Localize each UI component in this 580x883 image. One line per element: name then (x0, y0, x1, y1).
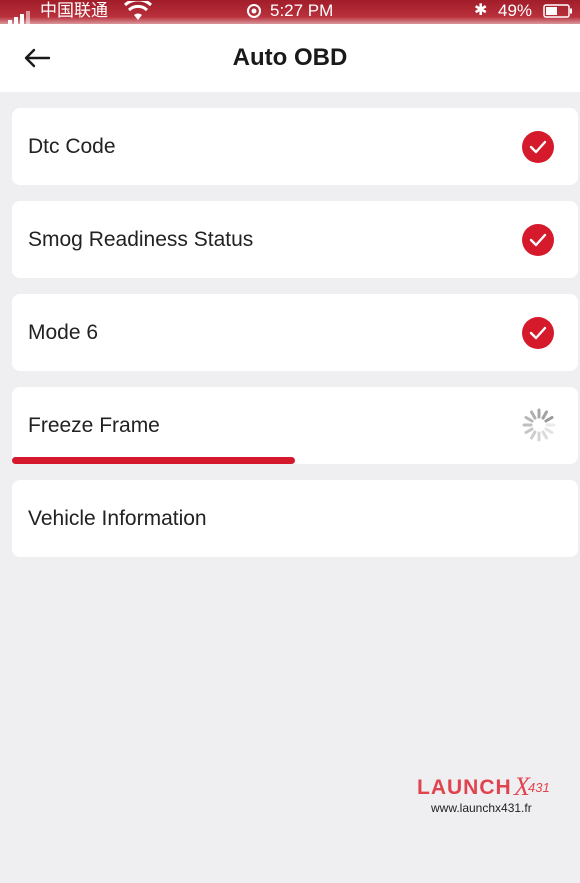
list-item-label: Mode 6 (28, 321, 99, 344)
check-icon (522, 224, 554, 256)
loading-spinner-icon (522, 408, 556, 442)
bluetooth-icon: ✱ (474, 2, 488, 19)
list-item-mode-6[interactable]: Mode 6 (12, 294, 578, 371)
signal-icon (8, 4, 34, 24)
page-title: Auto OBD (232, 44, 348, 71)
carrier-name: 中国联通 (40, 1, 108, 20)
check-icon (522, 131, 554, 163)
spinner-tick (530, 430, 537, 440)
brand-logo-text: LAUNCH (417, 776, 512, 799)
list-item-label: Vehicle Information (28, 507, 207, 530)
spinner-tick (544, 416, 554, 423)
spinner-tick (524, 416, 534, 423)
wifi-icon (124, 1, 152, 20)
spinner-tick (544, 427, 554, 434)
status-bar: 中国联通 5:27 PM ✱ 49% (0, 0, 580, 24)
progress-bar (12, 457, 295, 464)
location-icon (247, 4, 261, 18)
obd-function-list: Dtc Code Smog Readiness Status Mode 6 Fr… (12, 108, 578, 573)
spinner-tick (541, 430, 548, 440)
app-header: Auto OBD (0, 24, 580, 92)
spinner-tick (530, 410, 537, 420)
list-item-smog-readiness[interactable]: Smog Readiness Status (12, 201, 578, 278)
list-item-label: Freeze Frame (28, 414, 160, 437)
watermark-url: www.launchx431.fr (431, 801, 532, 815)
launch-watermark: LAUNCH X 431 www.launchx431.fr (410, 770, 570, 820)
battery-percent: 49% (498, 1, 533, 20)
brand-logo-number: 431 (528, 780, 550, 795)
spinner-tick (541, 410, 548, 420)
battery-icon (543, 4, 572, 18)
list-item-vehicle-information[interactable]: Vehicle Information (12, 480, 578, 557)
spinner-tick (524, 427, 534, 434)
list-item-freeze-frame[interactable]: Freeze Frame (12, 387, 578, 464)
status-time: 5:27 PM (270, 1, 334, 20)
check-icon (522, 317, 554, 349)
list-item-dtc-code[interactable]: Dtc Code (12, 108, 578, 185)
list-item-label: Dtc Code (28, 135, 116, 158)
list-item-label: Smog Readiness Status (28, 228, 254, 251)
